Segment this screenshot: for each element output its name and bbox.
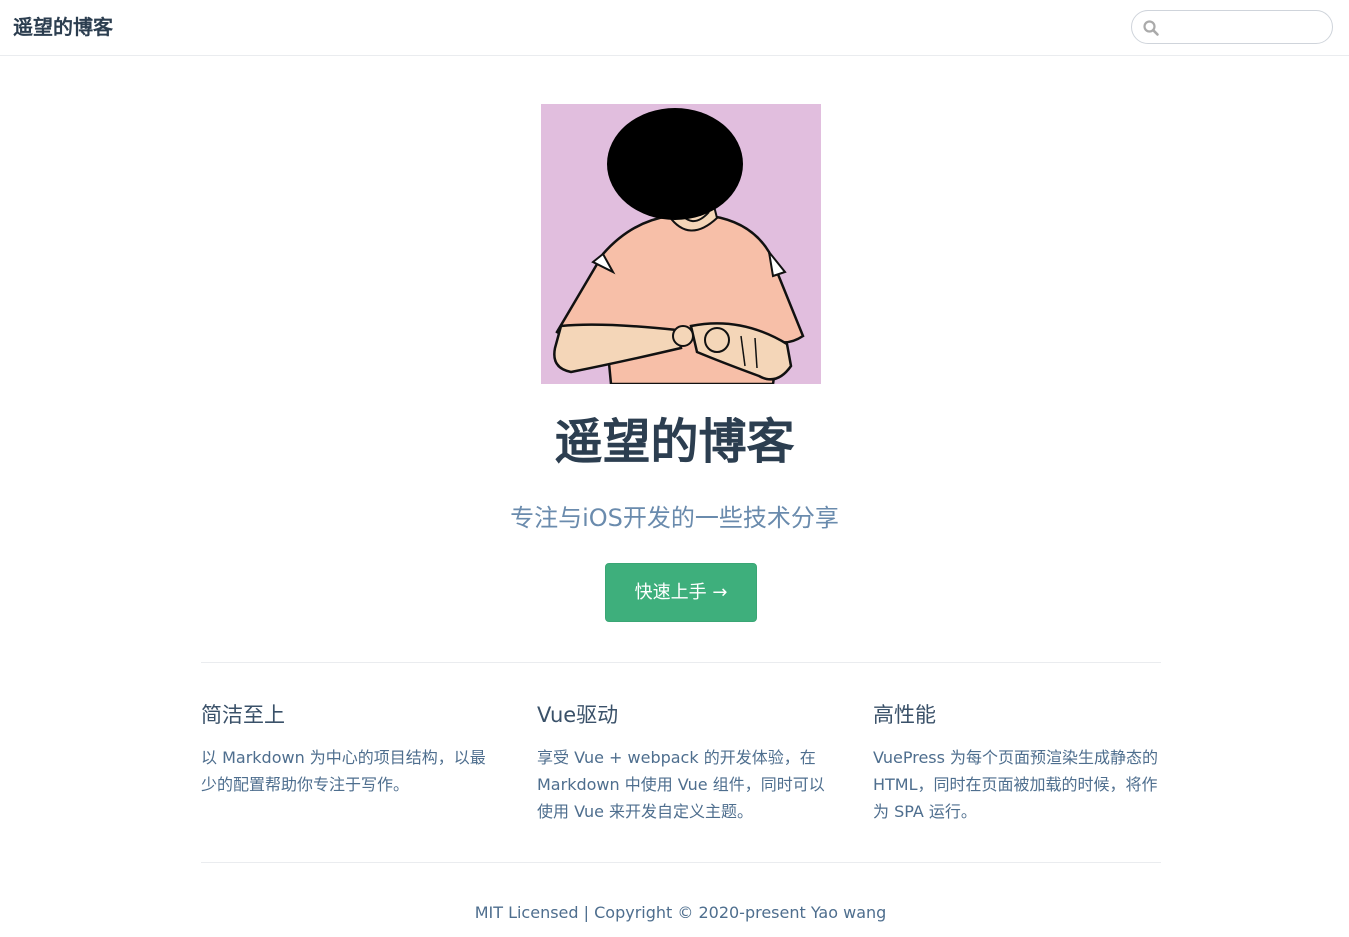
feature-details: 以 Markdown 为中心的项目结构，以最少的配置帮助你专注于写作。: [201, 748, 486, 794]
feature-performance: 高性能 VuePress 为每个页面预渲染生成静态的 HTML，同时在页面被加载…: [873, 700, 1163, 825]
feature-title: 高性能: [873, 703, 936, 727]
search-icon: [1143, 20, 1159, 36]
hero-image: [541, 104, 821, 384]
feature-vue-powered: Vue驱动 享受 Vue + webpack 的开发体验，在 Markdown …: [537, 700, 827, 825]
divider: [201, 862, 1161, 863]
get-started-button[interactable]: 快速上手 →: [605, 563, 757, 622]
search-input[interactable]: [1164, 15, 1324, 39]
footer: MIT Licensed | Copyright © 2020-present …: [474, 903, 887, 922]
feature-title: 简洁至上: [201, 703, 285, 727]
hero-title: 遥望的博客: [554, 414, 795, 470]
feature-title: Vue驱动: [537, 703, 619, 727]
feature-details: 享受 Vue + webpack 的开发体验，在 Markdown 中使用 Vu…: [537, 748, 825, 821]
hero-description: 专注与iOS开发的一些技术分享: [510, 504, 839, 532]
avatar-illustration: [541, 104, 821, 384]
navbar: 遥望的博客: [0, 0, 1349, 56]
search-box[interactable]: [1131, 10, 1333, 44]
feature-simplicity: 简洁至上 以 Markdown 为中心的项目结构，以最少的配置帮助你专注于写作。: [201, 700, 491, 798]
site-name-link[interactable]: 遥望的博客: [13, 13, 113, 41]
feature-details: VuePress 为每个页面预渲染生成静态的 HTML，同时在页面被加载的时候，…: [873, 748, 1159, 821]
divider: [201, 662, 1161, 663]
